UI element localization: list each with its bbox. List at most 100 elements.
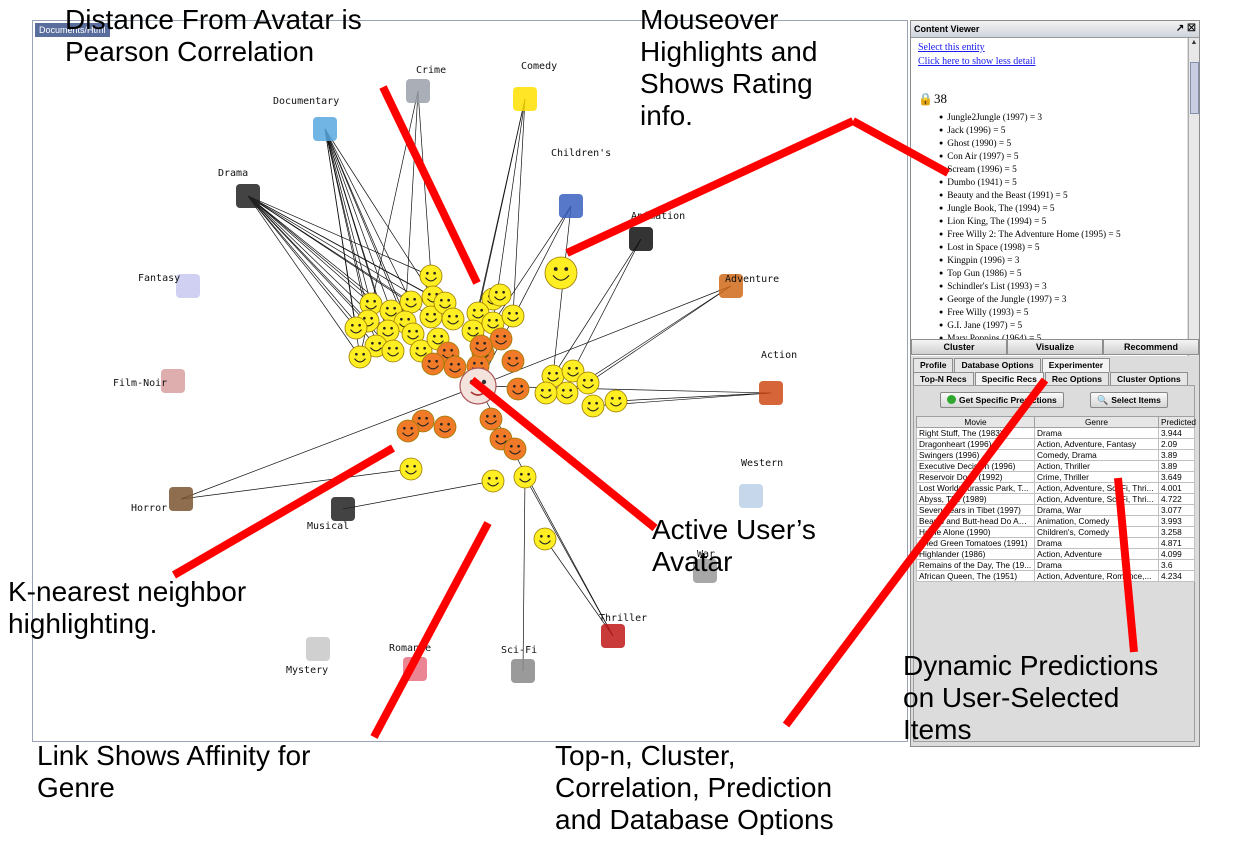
genre-node-drama[interactable]: Drama [218,168,260,208]
smiley-icon[interactable] [489,327,513,351]
smiley-icon[interactable] [344,316,368,340]
table-row[interactable]: Lost World: Jurassic Park, T... Action, A… [916,482,1195,494]
less-detail-link[interactable]: Click here to show less detail [918,56,1035,67]
smiley-icon[interactable] [576,371,600,395]
table-row[interactable]: Right Stuff, The (1983) Drama 3.944 [916,427,1195,439]
rating-list-item[interactable]: Con Air (1997) = 5 [939,151,1121,164]
smiley-icon[interactable] [419,264,443,288]
rating-list-item[interactable]: Ghost (1990) = 5 [939,138,1121,151]
rating-list-item[interactable]: Lost in Space (1998) = 5 [939,242,1121,255]
table-row[interactable]: Swingers (1996) Comedy, Drama 3.89 [916,449,1195,461]
table-row[interactable]: Abyss, The (1989) Action, Adventure, Sci-… [916,493,1195,505]
rating-list-item[interactable]: Beauty and the Beast (1991) = 5 [939,190,1121,203]
table-row[interactable]: Remains of the Day, The (19... Drama 3.6 [916,559,1195,571]
select-entity-link[interactable]: Select this entity [918,42,985,53]
smiley-icon[interactable] [481,469,505,493]
tab-rec-options[interactable]: Rec Options [1044,372,1109,386]
smiley-icon[interactable] [433,415,457,439]
tab-top-n-recs[interactable]: Top-N Recs [913,372,974,386]
rating-list-item[interactable]: Schindler's List (1993) = 3 [939,281,1121,294]
active-user-avatar[interactable] [459,367,497,405]
table-row[interactable]: Reservoir Dogs (1992) Crime, Thriller 3.64… [916,471,1195,483]
recommend-button[interactable]: Recommend [1103,339,1199,355]
visualize-button[interactable]: Visualize [1007,339,1103,355]
table-row[interactable]: Dragonheart (1996) Action, Adventure, Fan… [916,438,1195,450]
rating-list-item[interactable]: Free Willy 2: The Adventure Home (1995) … [939,229,1120,242]
rating-list-item[interactable]: G.I. Jane (1997) = 5 [939,320,1121,333]
genre-node-children-s[interactable]: Children's [551,148,611,218]
smiley-icon[interactable] [501,304,525,328]
table-row[interactable]: Seven Years in Tibet (1997) Drama, War 3.0… [916,504,1195,516]
rating-list-item[interactable]: Top Gun (1986) = 5 [939,268,1121,281]
genre-node-horror[interactable]: Horror [131,487,193,514]
tab-specific-recs[interactable]: Specific Recs [974,372,1044,386]
smiley-icon[interactable] [533,527,557,551]
get-predictions-button[interactable]: Get Specific Predictions [940,392,1064,408]
rating-list-item[interactable]: Lion King, The (1994) = 5 [939,216,1121,229]
smiley-icon[interactable] [479,407,503,431]
genre-node-mystery[interactable]: Mystery [286,637,330,676]
smiley-icon[interactable] [399,290,423,314]
smiley-icon[interactable] [544,256,578,290]
rating-list-item[interactable]: Dumbo (1941) = 5 [939,177,1121,190]
scroll-up-icon[interactable]: ▲ [1190,39,1198,47]
table-row[interactable]: Home Alone (1990) Children's, Comedy 3.258 [916,526,1195,538]
content-viewer-scrollbar[interactable]: ▲ ▼ [1188,38,1199,356]
smiley-icon[interactable] [513,465,537,489]
smiley-icon[interactable] [396,419,420,443]
table-row[interactable]: Fried Green Tomatoes (1991) Drama 4.871 [916,537,1195,549]
genre-node-fantasy[interactable]: Fantasy [138,273,200,298]
smiley-icon[interactable] [469,334,493,358]
smiley-icon[interactable] [555,381,579,405]
genre-node-adventure[interactable]: Adventure [719,274,779,298]
select-items-button[interactable]: 🔍 Select Items [1090,392,1168,408]
smiley-icon[interactable] [501,349,525,373]
tab-database-options[interactable]: Database Options [954,358,1041,372]
table-row[interactable]: Executive Decision (1996) Action, Thrille… [916,460,1195,472]
tab-cluster-options[interactable]: Cluster Options [1109,372,1188,386]
rating-list-item[interactable]: George of the Jungle (1997) = 3 [939,294,1121,307]
genre-node-western[interactable]: Western [739,458,783,508]
smiley-icon[interactable] [506,377,530,401]
column-header[interactable]: Movie [916,416,1035,428]
rating-list-item[interactable]: Jungle2Jungle (1997) = 3 [939,112,1121,125]
smiley-icon[interactable] [421,352,445,376]
maximize-icon[interactable]: ↗ [1176,23,1184,34]
smiley-icon[interactable] [503,437,527,461]
close-icon[interactable]: ☒ [1187,23,1196,34]
smiley-icon[interactable] [604,389,628,413]
application-panel: Content Viewer ↗ ☒ Select this entity Cl… [910,20,1200,747]
rating-list-item[interactable]: Kingpin (1996) = 3 [939,255,1121,268]
smiley-icon[interactable] [443,355,467,379]
smiley-icon[interactable] [488,283,512,307]
table-row[interactable]: Beavis and Butt-head Do Am... Animation, … [916,515,1195,527]
tab-profile[interactable]: Profile [913,358,954,372]
table-row[interactable]: Highlander (1986) Action, Adventure 4.099 [916,548,1195,560]
smiley-icon[interactable] [399,457,423,481]
genre-node-comedy[interactable]: Comedy [513,61,557,111]
smiley-icon[interactable] [348,345,372,369]
genre-node-animation[interactable]: Animation [629,211,685,251]
smiley-icon[interactable] [581,394,605,418]
cluster-button[interactable]: Cluster [911,339,1007,355]
rating-list-item[interactable]: Scream (1996) = 5 [939,164,1121,177]
genre-node-sci-fi[interactable]: Sci-Fi [501,645,537,683]
tab-experimenter[interactable]: Experimenter [1041,358,1111,372]
genre-node-romance[interactable]: Romance [389,643,431,681]
genre-node-documentary[interactable]: Documentary [273,96,339,141]
table-row[interactable]: African Queen, The (1951) Action, Adventu… [916,570,1195,582]
genre-node-thriller[interactable]: Thriller [599,613,647,648]
smiley-icon[interactable] [441,307,465,331]
smiley-icon[interactable] [534,381,558,405]
scroll-thumb[interactable] [1190,62,1199,114]
genre-node-film-noir[interactable]: Film-Noir [113,369,185,393]
column-header[interactable]: Genre [1034,416,1159,428]
column-header[interactable]: Predicted [1158,416,1196,428]
smiley-icon[interactable] [381,339,405,363]
rating-list-item[interactable]: Free Willy (1993) = 5 [939,307,1121,320]
genre-node-action[interactable]: Action [759,350,797,405]
rating-list-item[interactable]: Jungle Book, The (1994) = 5 [939,203,1121,216]
genre-node-musical[interactable]: Musical [307,497,355,532]
rating-list-item[interactable]: Jack (1996) = 5 [939,125,1121,138]
genre-node-crime[interactable]: Crime [406,65,446,103]
